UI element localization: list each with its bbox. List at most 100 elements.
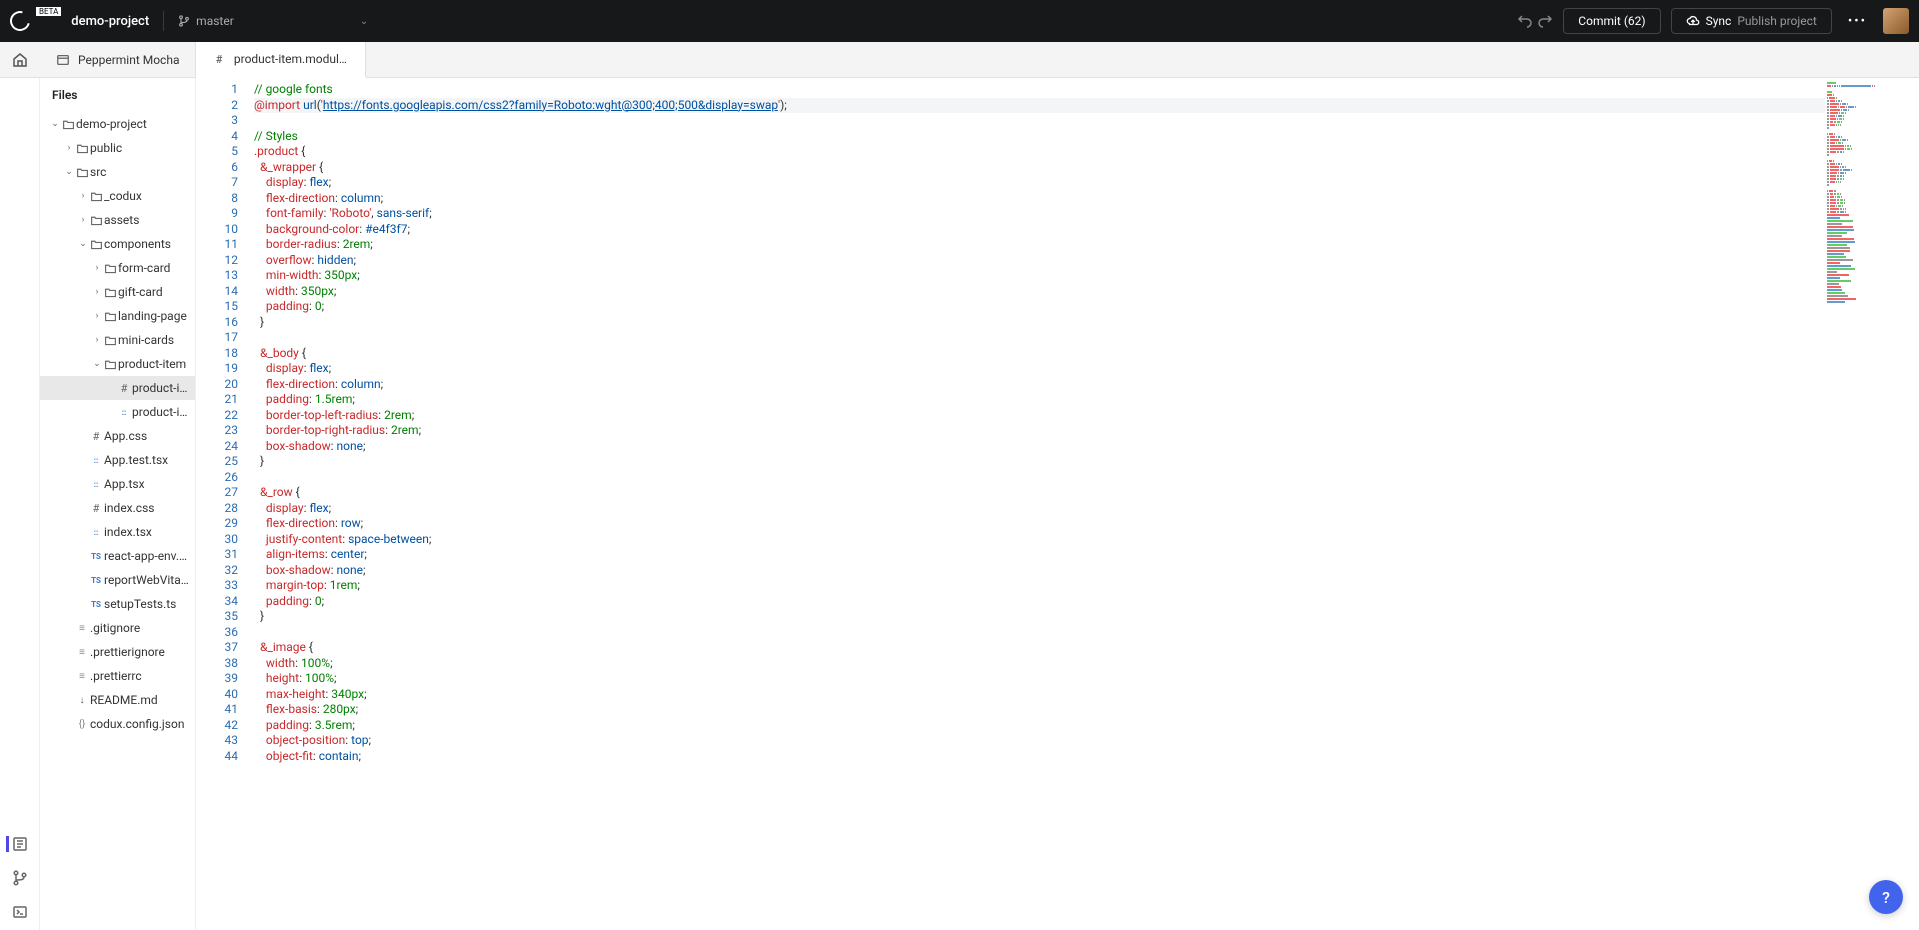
sync-button[interactable]: Sync Publish project: [1671, 8, 1832, 34]
logo[interactable]: BETA demo-project: [10, 11, 149, 31]
sidebar-heading: Files: [40, 78, 195, 112]
tree-node[interactable]: TSsetupTests.ts: [40, 592, 195, 616]
folder-icon: [74, 142, 90, 155]
tree-node[interactable]: #product-ite...: [40, 376, 195, 400]
commit-button[interactable]: Commit (62): [1563, 8, 1660, 34]
sync-label: Sync: [1706, 14, 1732, 28]
hash-icon: #: [116, 382, 132, 395]
tab[interactable]: # product-item.module...: [196, 42, 366, 78]
tree-node[interactable]: › assets: [40, 208, 195, 232]
rail-files[interactable]: [6, 836, 28, 852]
tree-node[interactable]: TSreportWebVital...: [40, 568, 195, 592]
folder-icon: [60, 118, 76, 131]
tree-node[interactable]: ↓README.md: [40, 688, 195, 712]
chevron-icon: ›: [78, 215, 88, 225]
branch-name: master: [196, 14, 234, 28]
tree-label: App.css: [104, 429, 147, 443]
chevron-icon: ⌄: [64, 167, 74, 177]
json-icon: {}: [74, 719, 90, 730]
tree-node[interactable]: ⌄product-item: [40, 352, 195, 376]
chevron-icon: ›: [78, 191, 88, 201]
tree-node[interactable]: ≡.prettierrc: [40, 664, 195, 688]
avatar[interactable]: [1883, 8, 1909, 34]
tree-label: .gitignore: [90, 621, 140, 635]
help-button[interactable]: ?: [1869, 880, 1903, 914]
tree-node[interactable]: TSreact-app-env.d.ts: [40, 544, 195, 568]
minimap[interactable]: [1825, 78, 1919, 930]
hash-icon: #: [212, 53, 225, 66]
branch-icon: [178, 15, 190, 27]
branch-selector[interactable]: master ⌄: [178, 14, 368, 28]
tsx-icon: ::: [88, 528, 104, 537]
beta-badge: BETA: [36, 7, 61, 16]
tree-label: App.tsx: [104, 477, 145, 491]
tree-label: src: [90, 165, 106, 179]
tab-strip: Peppermint Mocha # product-item.module...: [0, 42, 1919, 78]
home-button[interactable]: [0, 42, 40, 77]
line-gutter: 1234567891011121314151617181920212223242…: [196, 78, 254, 930]
folder-icon: [102, 334, 118, 347]
folder-icon: [102, 310, 118, 323]
tree-label: product-ite...: [132, 381, 189, 395]
tab-label: product-item.module...: [234, 52, 350, 66]
chevron-icon: ›: [92, 263, 102, 273]
tree-node[interactable]: ::index.tsx: [40, 520, 195, 544]
rail-terminal[interactable]: [12, 904, 28, 920]
tsx-icon: ::: [88, 480, 104, 489]
tree-node[interactable]: #App.css: [40, 424, 195, 448]
tree-node[interactable]: › public: [40, 136, 195, 160]
tree-node[interactable]: ⌄ components: [40, 232, 195, 256]
tab[interactable]: Peppermint Mocha: [40, 42, 196, 77]
tree-node[interactable]: ›landing-page: [40, 304, 195, 328]
topbar: BETA demo-project master ⌄ Commit (62) S…: [0, 0, 1919, 42]
board-icon: [56, 53, 70, 67]
tree-node[interactable]: › _codux: [40, 184, 195, 208]
redo-button[interactable]: [1537, 13, 1553, 29]
tree-label: README.md: [90, 693, 158, 707]
sidebar: Files ⌄demo-project › public ⌄ src › _codux › as…: [40, 78, 196, 930]
hash-icon: #: [88, 430, 104, 443]
tree-label: product-ite...: [132, 405, 189, 419]
file-tree: ⌄demo-project › public ⌄ src › _codux › assets ⌄ c…: [40, 112, 195, 930]
tree-node[interactable]: ⌄ src: [40, 160, 195, 184]
tree-node[interactable]: #index.css: [40, 496, 195, 520]
left-rail: [0, 78, 40, 930]
chevron-icon: ⌄: [50, 119, 60, 129]
tree-label: mini-cards: [118, 333, 174, 347]
tree-label: reportWebVital...: [104, 573, 189, 587]
tree-label: index.tsx: [104, 525, 152, 539]
undo-button[interactable]: [1517, 13, 1533, 29]
tree-node[interactable]: ::App.test.tsx: [40, 448, 195, 472]
tree-node[interactable]: ≡.prettierignore: [40, 640, 195, 664]
folder-icon: [102, 286, 118, 299]
folder-icon: [88, 214, 104, 227]
tree-node[interactable]: ›mini-cards: [40, 328, 195, 352]
tree-label: components: [104, 237, 171, 251]
logo-icon: [6, 7, 33, 34]
tree-label: landing-page: [118, 309, 187, 323]
tree-node[interactable]: ::product-ite...: [40, 400, 195, 424]
rail-git[interactable]: [12, 870, 28, 886]
tree-node[interactable]: ⌄demo-project: [40, 112, 195, 136]
code-area[interactable]: // google fonts@import url('https://font…: [254, 78, 1825, 930]
folder-icon: [102, 358, 118, 371]
tree-label: gift-card: [118, 285, 163, 299]
tree-label: _codux: [104, 189, 142, 203]
tree-node[interactable]: {}codux.config.json: [40, 712, 195, 736]
folder-icon: [102, 262, 118, 275]
tree-label: assets: [104, 213, 139, 227]
md-icon: ↓: [74, 695, 90, 706]
tree-node[interactable]: ›form-card: [40, 256, 195, 280]
chevron-icon: ›: [64, 143, 74, 153]
tree-node[interactable]: ::App.tsx: [40, 472, 195, 496]
editor[interactable]: 1234567891011121314151617181920212223242…: [196, 78, 1919, 930]
chevron-icon: ⌄: [78, 239, 88, 249]
folder-icon: [74, 166, 90, 179]
divider: [163, 11, 164, 31]
tsx-icon: ::: [88, 456, 104, 465]
tree-label: public: [90, 141, 122, 155]
more-menu[interactable]: •••: [1842, 14, 1873, 29]
tree-node[interactable]: ›gift-card: [40, 280, 195, 304]
tree-node[interactable]: ≡.gitignore: [40, 616, 195, 640]
file-icon: ≡: [74, 647, 90, 658]
